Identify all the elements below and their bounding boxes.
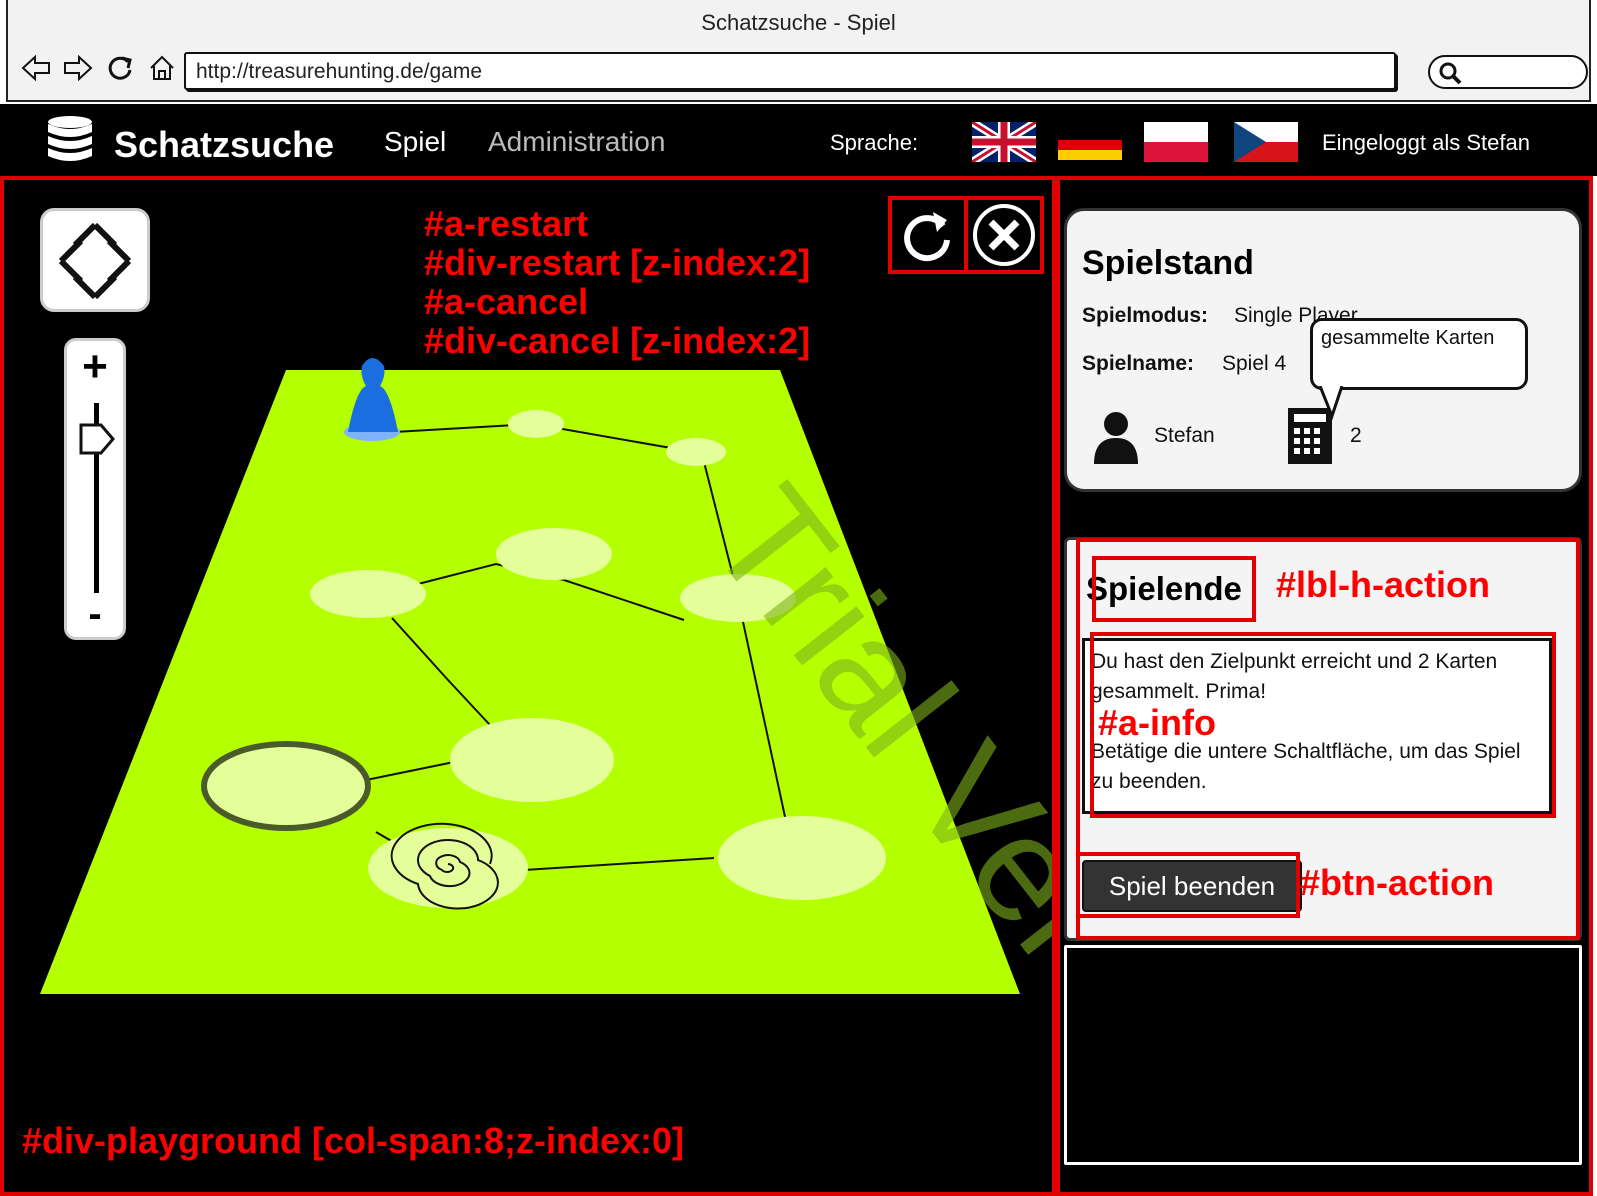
flag-cz-icon[interactable] (1234, 122, 1298, 162)
tooltip-tail (1318, 386, 1344, 420)
flag-pl-icon[interactable] (1144, 122, 1208, 162)
annotation-lbl-h-action: #lbl-h-action (1276, 564, 1490, 605)
user-icon (1094, 412, 1138, 464)
playground[interactable]: Trial Version + - #a-restart #div-restar… (0, 176, 1056, 1196)
restart-button[interactable] (888, 196, 968, 274)
back-icon[interactable] (20, 52, 52, 84)
empty-panel-card (1064, 945, 1582, 1165)
name-value: Spiel 4 (1222, 352, 1287, 375)
coin-stack-icon (44, 114, 96, 173)
scoreboard-title: Spielstand (1082, 244, 1254, 282)
annotation-playground: #div-playground [col-span:8;z-index:0] (22, 1120, 685, 1161)
reload-icon[interactable] (104, 52, 136, 84)
annotation-div-cancel: #div-cancel [z-index:2] (424, 320, 811, 361)
browser-window: Schatzsuche - Spiel http://treasurehunti… (6, 0, 1591, 102)
zoom-in-icon[interactable]: + (67, 345, 123, 389)
restart-icon (904, 212, 950, 262)
zoom-slider-handle[interactable] (79, 423, 115, 455)
annotation-restart-cancel: #a-restart #div-restart [z-index:2] #a-c… (424, 204, 810, 360)
window-title: Schatzsuche - Spiel (701, 10, 896, 35)
nav-administration[interactable]: Administration (488, 126, 665, 158)
pan-control[interactable] (40, 208, 150, 312)
annotation-a-info: #a-info (1098, 702, 1217, 743)
annotation-a-cancel: #a-cancel (424, 281, 589, 322)
zoom-control[interactable]: + - (64, 338, 126, 640)
nav-spiel[interactable]: Spiel (384, 126, 446, 158)
flag-de-icon[interactable] (1058, 122, 1122, 162)
brand-title[interactable]: Schatzsuche (114, 124, 334, 166)
pan-arrows-icon[interactable] (43, 211, 147, 309)
browser-search-input[interactable] (1428, 55, 1588, 89)
flag-uk-icon[interactable] (972, 122, 1036, 162)
app-header: Schatzsuche Spiel Administration Sprache… (0, 104, 1597, 176)
login-status: Eingeloggt als Stefan (1322, 130, 1530, 155)
annotation-btn-action: #btn-action (1300, 862, 1494, 903)
action-title-highlight (1092, 556, 1256, 622)
annotation-div-restart: #div-restart [z-index:2] (424, 242, 811, 283)
cards-tooltip: gesammelte Karten (1310, 318, 1528, 390)
cards-count: 2 (1350, 424, 1362, 447)
close-circle-icon (973, 204, 1035, 266)
annotation-a-restart: #a-restart (424, 203, 589, 244)
mode-label: Spielmodus: (1082, 304, 1209, 327)
url-input[interactable]: http://treasurehunting.de/game (184, 52, 1396, 90)
language-label: Sprache: (830, 130, 919, 155)
button-highlight (1076, 852, 1300, 918)
search-icon (1439, 62, 1462, 85)
home-icon[interactable] (146, 52, 178, 84)
browser-nav (20, 52, 178, 84)
forward-icon[interactable] (62, 52, 94, 84)
zoom-out-icon[interactable]: - (67, 594, 123, 634)
cancel-button[interactable] (964, 196, 1044, 274)
name-label: Spielname: (1082, 352, 1195, 375)
player-name: Stefan (1154, 424, 1215, 447)
